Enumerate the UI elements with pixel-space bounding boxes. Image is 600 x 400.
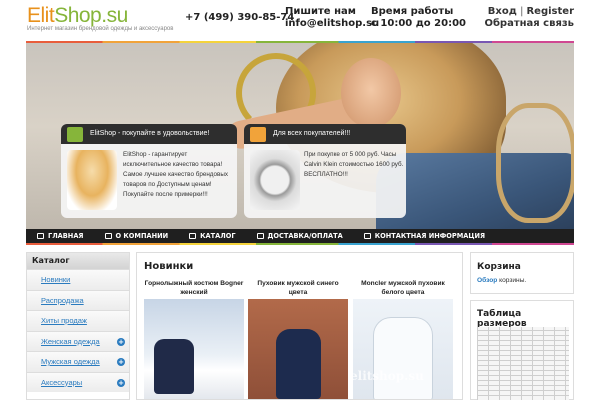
logo-part1: Elit xyxy=(27,4,55,27)
cart-view-link[interactable]: Обзор xyxy=(477,277,497,284)
new-arrivals-section: Новинки Горнолыжный костюм Bogner женски… xyxy=(136,252,463,400)
account-links: Вход | Register Обратная связь xyxy=(484,6,574,30)
nav-label: ДОСТАВКА/ОПЛАТА xyxy=(267,232,343,240)
product-card[interactable]: Горнолыжный костюм Bogner женский xyxy=(144,279,244,399)
product-image[interactable] xyxy=(353,299,453,399)
register-link[interactable]: Register xyxy=(526,6,574,17)
promo-card-quality[interactable]: ElitShop - покупайте в удовольствие! Eli… xyxy=(61,124,237,218)
site-tagline: Интернет магазин брендовой одежды и аксе… xyxy=(27,26,174,32)
users-icon xyxy=(104,233,112,239)
site-header: ElitShop.su Интернет магазин брендовой о… xyxy=(0,0,600,40)
size-chart-table-thumbnail[interactable] xyxy=(477,327,569,400)
site-logo[interactable]: ElitShop.su xyxy=(27,4,128,28)
gift-icon xyxy=(250,127,266,142)
nav-item-catalog[interactable]: КАТАЛОГ xyxy=(178,229,245,243)
separator: | xyxy=(519,6,524,17)
banner-rope xyxy=(496,103,574,223)
product-name[interactable]: Moncler мужской пуховик белого цвета xyxy=(353,279,453,299)
size-chart-title: Таблица размеров xyxy=(477,309,527,329)
mail-icon xyxy=(363,233,371,239)
banner-model-face xyxy=(341,58,401,128)
nav-item-contacts[interactable]: КОНТАКТНАЯ ИНФОРМАЦИЯ xyxy=(353,229,495,243)
catalog-item-label: Новинки xyxy=(41,275,71,284)
product-image[interactable] xyxy=(248,299,348,399)
product-card[interactable]: Пуховик мужской синего цвета xyxy=(248,279,348,399)
catalog-title: Каталог xyxy=(27,253,129,269)
hero-banner: ElitShop - покупайте в удовольствие! Eli… xyxy=(26,43,574,229)
main-navigation: ГЛАВНАЯ О КОМПАНИИ КАТАЛОГ ДОСТАВКА/ОПЛА… xyxy=(26,229,574,243)
catalog-item-label: Хиты продаж xyxy=(41,316,87,325)
nav-item-delivery[interactable]: ДОСТАВКА/ОПЛАТА xyxy=(246,229,353,243)
login-link[interactable]: Вход xyxy=(488,6,517,17)
nav-label: КАТАЛОГ xyxy=(200,232,236,240)
nav-item-about[interactable]: О КОМПАНИИ xyxy=(94,229,179,243)
working-hours-block: Время работы с 10:00 до 20:00 xyxy=(371,6,466,30)
rainbow-divider-nav xyxy=(26,243,574,245)
cart-text: корзины. xyxy=(497,277,527,284)
expand-plus-icon[interactable]: + xyxy=(117,378,125,387)
catalog-item-label: Распродажа xyxy=(41,295,84,305)
nav-label: О КОМПАНИИ xyxy=(115,232,169,240)
email-label: Пишите нам xyxy=(285,6,356,17)
catalog-item-men[interactable]: Мужская одежда + xyxy=(27,351,129,372)
truck-icon xyxy=(256,233,264,239)
catalog-item-new[interactable]: Новинки xyxy=(27,269,129,290)
catalog-item-label: Женская одежда xyxy=(41,336,100,346)
shopping-bag-icon xyxy=(67,127,83,142)
feedback-link[interactable]: Обратная связь xyxy=(484,18,574,30)
catalog-item-sale[interactable]: Распродажа xyxy=(27,289,129,310)
catalog-icon xyxy=(189,233,197,239)
email-link[interactable]: info@elitshop.su xyxy=(285,18,379,30)
expand-plus-icon[interactable]: + xyxy=(117,337,125,346)
home-icon xyxy=(37,233,44,239)
catalog-item-label: Мужская одежда xyxy=(41,357,100,366)
contact-email-block: Пишите нам info@elitshop.su xyxy=(285,6,379,30)
nav-label: КОНТАКТНАЯ ИНФОРМАЦИЯ xyxy=(374,232,486,240)
cart-summary: Обзор корзины. xyxy=(477,277,526,284)
promo-title: Для всех покупателей!!! xyxy=(244,124,406,144)
promo-title: ElitShop - покупайте в удовольствие! xyxy=(61,124,237,144)
size-chart-box: Таблица размеров xyxy=(470,300,574,400)
product-name[interactable]: Горнолыжный костюм Bogner женский xyxy=(144,279,244,299)
nav-item-home[interactable]: ГЛАВНАЯ xyxy=(26,229,94,243)
nav-label: ГЛАВНАЯ xyxy=(48,232,84,240)
promo-image-watch xyxy=(250,150,300,210)
catalog-sidebar: Каталог Новинки Распродажа Хиты продаж Ж… xyxy=(26,252,130,400)
promo-text: ElitShop - гарантирует исключительное ка… xyxy=(123,151,228,198)
catalog-item-hits[interactable]: Хиты продаж xyxy=(27,310,129,331)
product-name[interactable]: Пуховик мужской синего цвета xyxy=(248,279,348,299)
hours-label: Время работы xyxy=(371,6,454,17)
cart-box: Корзина Обзор корзины. xyxy=(470,252,574,294)
promo-card-gift[interactable]: Для всех покупателей!!! При покупке от 5… xyxy=(244,124,406,218)
catalog-item-accessories[interactable]: Аксессуары + xyxy=(27,371,129,392)
phone-number: +7 (499) 390-85-74 xyxy=(185,12,295,23)
image-watermark: elitshop.su xyxy=(350,369,424,383)
expand-plus-icon[interactable]: + xyxy=(117,358,125,366)
section-title: Новинки xyxy=(144,261,194,272)
catalog-item-label: Аксессуары xyxy=(41,377,83,387)
cart-title: Корзина xyxy=(477,262,521,272)
product-image[interactable] xyxy=(144,299,244,399)
hours-value: с 10:00 до 20:00 xyxy=(371,18,466,29)
catalog-item-women[interactable]: Женская одежда + xyxy=(27,330,129,351)
logo-part2: Shop.su xyxy=(54,4,128,27)
promo-image-woman xyxy=(67,150,117,210)
promo-text: При покупке от 5 000 руб. Часы Calvin Kl… xyxy=(304,151,404,178)
